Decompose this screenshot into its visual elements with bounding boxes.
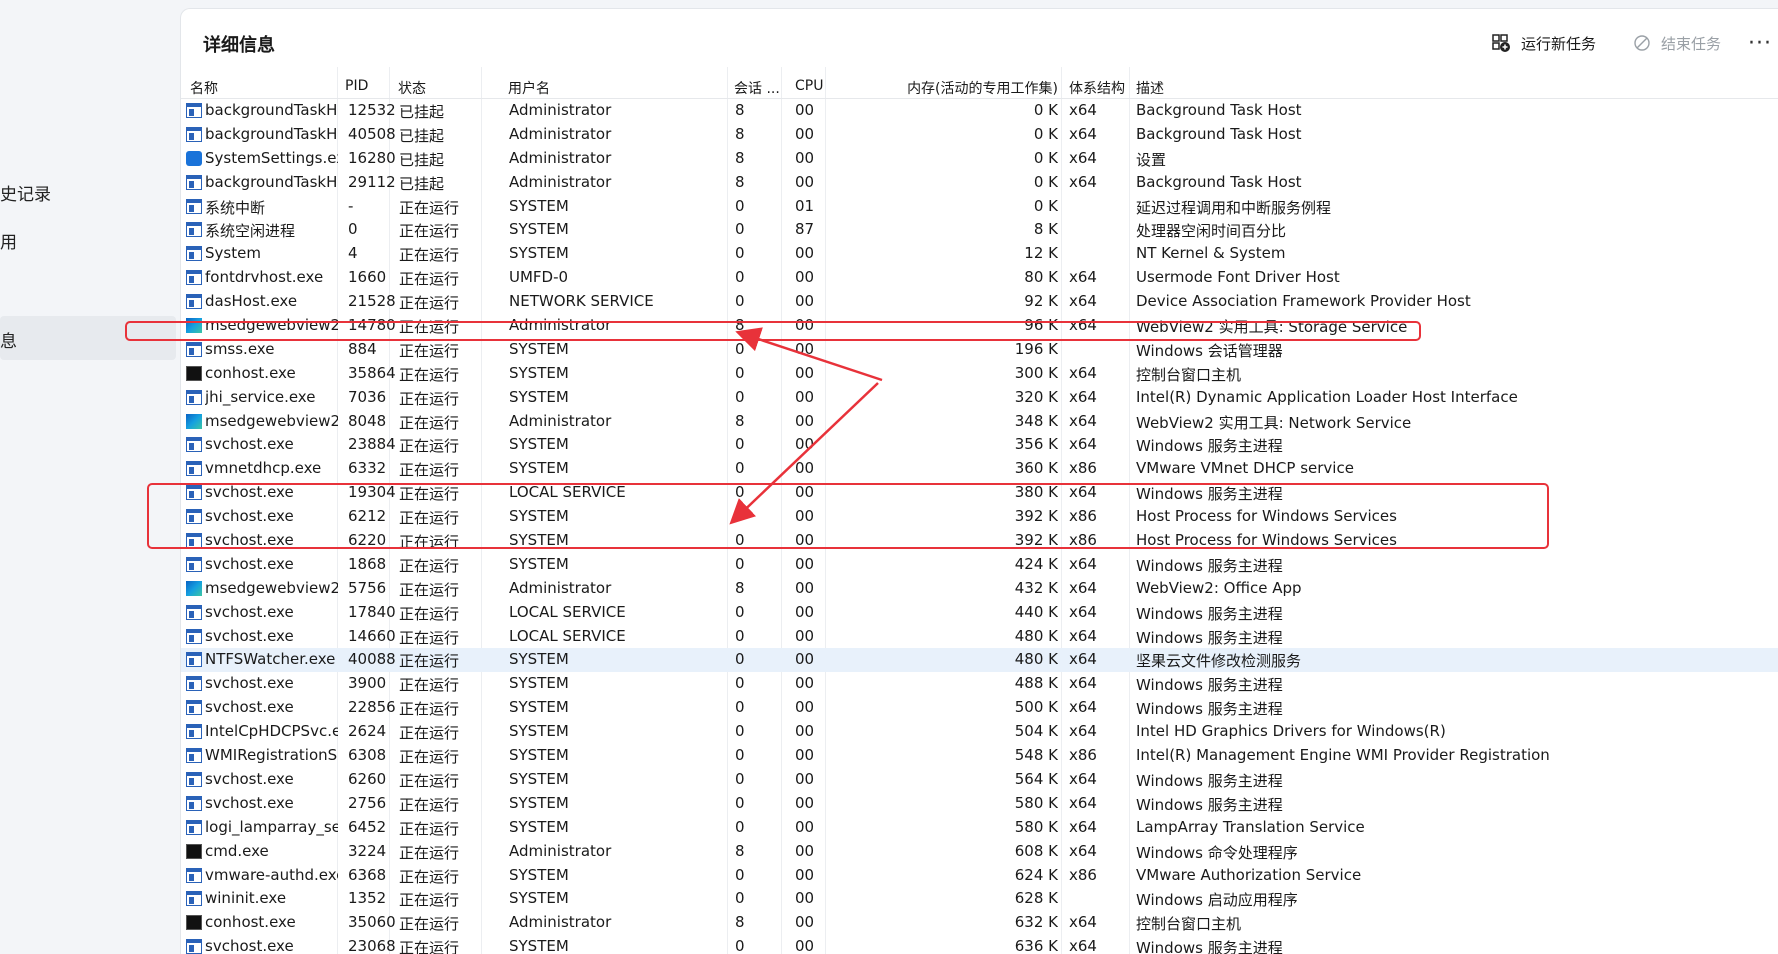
arrow-to-group [729, 382, 879, 525]
annotation-arrows [729, 327, 883, 525]
arrow-to-conhost [735, 327, 883, 382]
